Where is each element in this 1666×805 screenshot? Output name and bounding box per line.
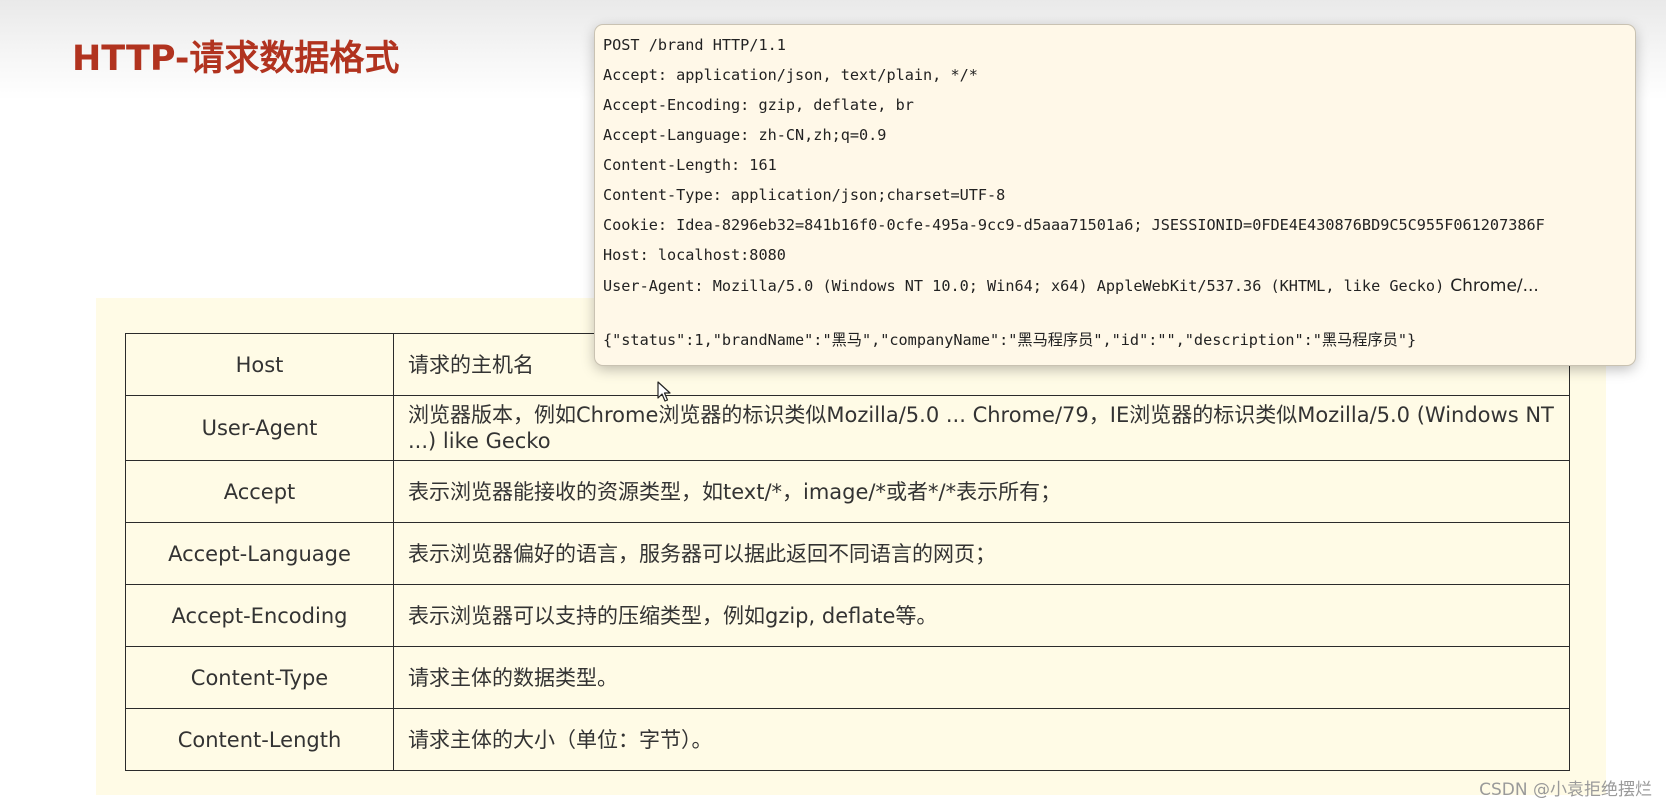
header-name-cell: Host	[125, 333, 394, 396]
header-description-cell: 表示浏览器可以支持的压缩类型，例如gzip, deflate等。	[393, 584, 1570, 647]
slide-title: HTTP-请求数据格式	[72, 39, 400, 79]
header-name-cell: Accept	[125, 460, 394, 523]
user-agent-value: User-Agent: Mozilla/5.0 (Windows NT 10.0…	[603, 277, 1445, 295]
user-agent-suffix: Chrome/...	[1450, 276, 1539, 296]
request-header-content-type: Content-Type: application/json;charset=U…	[603, 186, 1006, 204]
header-description-cell: 表示浏览器偏好的语言，服务器可以据此返回不同语言的网页；	[393, 522, 1570, 585]
header-name-cell: User-Agent	[125, 395, 394, 461]
header-description-cell: 浏览器版本，例如Chrome浏览器的标识类似Mozilla/5.0 ... Ch…	[393, 395, 1570, 461]
request-line: POST /brand HTTP/1.1	[603, 36, 786, 54]
watermark-text: CSDN @小袁拒绝摆烂	[1479, 780, 1652, 800]
request-header-host: Host: localhost:8080	[603, 246, 786, 264]
header-name-cell: Content-Length	[125, 708, 394, 771]
request-header-accept-language: Accept-Language: zh-CN,zh;q=0.9	[603, 126, 887, 144]
request-header-accept: Accept: application/json, text/plain, */…	[603, 66, 978, 84]
header-description-cell: 表示浏览器能接收的资源类型，如text/*，image/*或者*/*表示所有；	[393, 460, 1570, 523]
request-header-user-agent: User-Agent: Mozilla/5.0 (Windows NT 10.0…	[603, 276, 1539, 296]
table-row: Content-Type 请求主体的数据类型。	[125, 646, 1570, 709]
header-name-cell: Accept-Language	[125, 522, 394, 585]
request-header-table: Host 请求的主机名 User-Agent 浏览器版本，例如Chrome浏览器…	[125, 333, 1570, 771]
request-header-content-length: Content-Length: 161	[603, 156, 777, 174]
request-header-cookie: Cookie: Idea-8296eb32=841b16f0-0cfe-495a…	[603, 216, 1545, 234]
header-description-cell: 请求主体的数据类型。	[393, 646, 1570, 709]
header-name-cell: Content-Type	[125, 646, 394, 709]
table-row: Accept 表示浏览器能接收的资源类型，如text/*，image/*或者*/…	[125, 460, 1570, 523]
header-name-cell: Accept-Encoding	[125, 584, 394, 647]
table-row: Content-Length 请求主体的大小（单位：字节）。	[125, 708, 1570, 771]
table-row: Accept-Encoding 表示浏览器可以支持的压缩类型，例如gzip, d…	[125, 584, 1570, 647]
request-header-accept-encoding: Accept-Encoding: gzip, deflate, br	[603, 96, 914, 114]
table-row: Accept-Language 表示浏览器偏好的语言，服务器可以据此返回不同语言…	[125, 522, 1570, 585]
request-body: {"status":1,"brandName":"黑马","companyNam…	[603, 331, 1417, 349]
mouse-pointer-icon	[657, 381, 671, 402]
table-row: User-Agent 浏览器版本，例如Chrome浏览器的标识类似Mozilla…	[125, 395, 1570, 461]
header-description-cell: 请求主体的大小（单位：字节）。	[393, 708, 1570, 771]
http-request-example-popup: POST /brand HTTP/1.1 Accept: application…	[595, 25, 1635, 365]
